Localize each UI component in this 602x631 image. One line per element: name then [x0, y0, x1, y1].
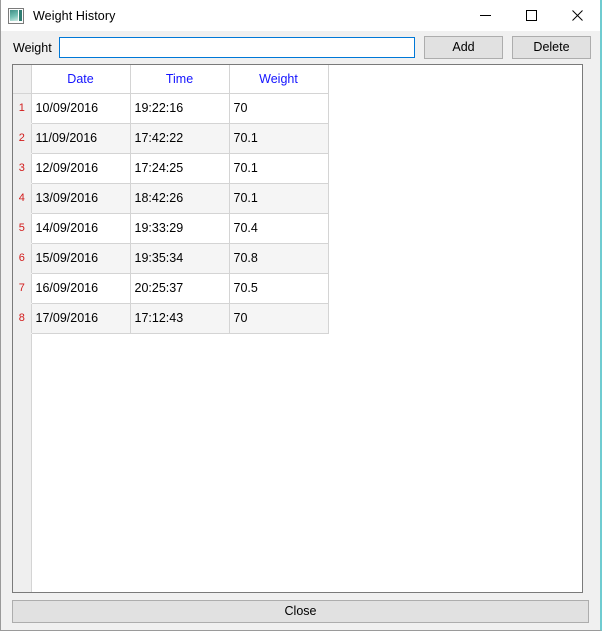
cell-date[interactable]: 11/09/2016 [31, 123, 130, 153]
row-number[interactable]: 5 [13, 213, 31, 243]
row-number[interactable]: 3 [13, 153, 31, 183]
table-row[interactable]: 110/09/201619:22:1670 [13, 93, 328, 123]
cell-time[interactable]: 19:22:16 [130, 93, 229, 123]
cell-weight[interactable]: 70.1 [229, 183, 328, 213]
add-button[interactable]: Add [424, 36, 503, 59]
maximize-button[interactable] [508, 0, 554, 31]
cell-date[interactable]: 16/09/2016 [31, 273, 130, 303]
table-row[interactable]: 716/09/201620:25:3770.5 [13, 273, 328, 303]
weight-history-window: Weight History Weight Add [0, 0, 602, 631]
cell-weight[interactable]: 70.4 [229, 213, 328, 243]
weight-history-grid[interactable]: Date Time Weight 110/09/201619:22:167021… [12, 64, 583, 593]
table-body: 110/09/201619:22:1670211/09/201617:42:22… [13, 93, 328, 333]
cell-weight[interactable]: 70.1 [229, 123, 328, 153]
toolbar: Weight Add Delete [1, 31, 600, 64]
close-dialog-button[interactable]: Close [12, 600, 589, 623]
column-header-date[interactable]: Date [31, 65, 130, 93]
table-row[interactable]: 615/09/201619:35:3470.8 [13, 243, 328, 273]
cell-weight[interactable]: 70.8 [229, 243, 328, 273]
cell-date[interactable]: 10/09/2016 [31, 93, 130, 123]
table-row[interactable]: 514/09/201619:33:2970.4 [13, 213, 328, 243]
cell-weight[interactable]: 70.5 [229, 273, 328, 303]
row-number-header [13, 65, 31, 93]
window-controls [462, 0, 600, 31]
cell-time[interactable]: 17:12:43 [130, 303, 229, 333]
cell-date[interactable]: 15/09/2016 [31, 243, 130, 273]
weight-input[interactable] [59, 37, 415, 58]
delete-button[interactable]: Delete [512, 36, 591, 59]
weight-field-label: Weight [13, 41, 52, 55]
minimize-button[interactable] [462, 0, 508, 31]
title-bar: Weight History [1, 0, 600, 31]
table-row[interactable]: 211/09/201617:42:2270.1 [13, 123, 328, 153]
cell-time[interactable]: 19:35:34 [130, 243, 229, 273]
weight-history-table: Date Time Weight 110/09/201619:22:167021… [13, 65, 329, 334]
column-header-weight[interactable]: Weight [229, 65, 328, 93]
minimize-icon [480, 10, 491, 21]
cell-date[interactable]: 17/09/2016 [31, 303, 130, 333]
row-number[interactable]: 6 [13, 243, 31, 273]
cell-time[interactable]: 20:25:37 [130, 273, 229, 303]
table-header: Date Time Weight [13, 65, 328, 93]
table-row[interactable]: 817/09/201617:12:4370 [13, 303, 328, 333]
cell-weight[interactable]: 70.1 [229, 153, 328, 183]
footer: Close [1, 593, 600, 630]
cell-time[interactable]: 17:42:22 [130, 123, 229, 153]
cell-date[interactable]: 14/09/2016 [31, 213, 130, 243]
cell-time[interactable]: 17:24:25 [130, 153, 229, 183]
close-button[interactable] [554, 0, 600, 31]
close-icon [572, 10, 583, 21]
row-number[interactable]: 4 [13, 183, 31, 213]
maximize-icon [526, 10, 537, 21]
cell-date[interactable]: 12/09/2016 [31, 153, 130, 183]
cell-time[interactable]: 19:33:29 [130, 213, 229, 243]
row-number[interactable]: 1 [13, 93, 31, 123]
cell-weight[interactable]: 70 [229, 93, 328, 123]
column-header-time[interactable]: Time [130, 65, 229, 93]
cell-weight[interactable]: 70 [229, 303, 328, 333]
cell-time[interactable]: 18:42:26 [130, 183, 229, 213]
table-row[interactable]: 312/09/201617:24:2570.1 [13, 153, 328, 183]
cell-date[interactable]: 13/09/2016 [31, 183, 130, 213]
row-number[interactable]: 2 [13, 123, 31, 153]
table-header-row: Date Time Weight [13, 65, 328, 93]
app-window-icon [8, 8, 24, 24]
row-number[interactable]: 8 [13, 303, 31, 333]
row-number[interactable]: 7 [13, 273, 31, 303]
window-title: Weight History [33, 9, 115, 23]
table-row[interactable]: 413/09/201618:42:2670.1 [13, 183, 328, 213]
